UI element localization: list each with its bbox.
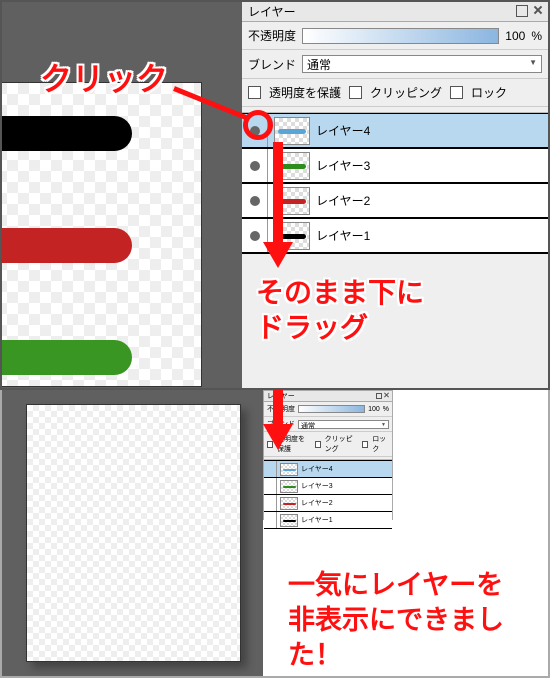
opacity-value: 100 xyxy=(368,406,380,413)
opacity-slider[interactable] xyxy=(302,28,499,44)
layers-panel-header[interactable]: レイヤー xyxy=(264,391,392,402)
clipping-checkbox[interactable] xyxy=(349,86,362,99)
layer-visibility-toggle[interactable] xyxy=(264,512,277,528)
blend-value: 通常 xyxy=(307,58,331,72)
opacity-row: 不透明度 100 % xyxy=(264,402,392,417)
layer-row[interactable]: レイヤー4 xyxy=(242,114,548,149)
annotation-arrow-1 xyxy=(270,142,280,272)
blend-mode-select[interactable]: 通常 xyxy=(302,55,542,73)
annotation-result: 一気にレイヤーを非表示にできました！ xyxy=(288,568,550,673)
opacity-unit: % xyxy=(383,406,389,413)
opacity-unit: % xyxy=(531,29,542,43)
lock-label: ロック xyxy=(471,84,507,101)
layers-panel-title: レイヤー xyxy=(248,3,296,20)
dock-icon[interactable] xyxy=(516,5,528,17)
thumbnail-stroke xyxy=(278,129,306,134)
clipping-checkbox[interactable] xyxy=(315,441,321,448)
thumbnail-stroke xyxy=(283,520,296,522)
annotation-pointer-line xyxy=(174,86,248,124)
annotation-click: クリック xyxy=(40,54,168,100)
clipping-label: クリッピング xyxy=(370,84,442,101)
thumbnail-stroke xyxy=(283,503,296,505)
layer-name-label: レイヤー2 xyxy=(316,192,370,209)
visibility-dot-icon xyxy=(250,196,260,206)
layer-row[interactable]: レイヤー3 xyxy=(242,149,548,184)
protect-alpha-checkbox[interactable] xyxy=(248,86,261,99)
layer-visibility-toggle[interactable] xyxy=(242,184,268,217)
dock-icon[interactable] xyxy=(376,393,382,399)
canvas-small[interactable] xyxy=(26,404,241,662)
layer-row[interactable]: レイヤー4 xyxy=(264,461,392,478)
visibility-dot-icon xyxy=(250,161,260,171)
layer-name-label: レイヤー4 xyxy=(301,464,333,474)
lock-label: ロック xyxy=(372,434,389,454)
opacity-label: 不透明度 xyxy=(248,27,296,44)
opacity-slider[interactable] xyxy=(298,405,365,413)
layer-thumbnail[interactable] xyxy=(280,514,298,527)
layer-row[interactable]: レイヤー1 xyxy=(264,512,392,529)
layer-name-label: レイヤー3 xyxy=(316,157,370,174)
layer-name-label: レイヤー1 xyxy=(316,227,370,244)
layer-visibility-toggle[interactable] xyxy=(242,149,268,182)
blend-value: 通常 xyxy=(301,423,315,430)
canvas-stroke-black xyxy=(0,116,132,151)
layers-list: レイヤー4 レイヤー3 レイヤー2 レイヤー1 xyxy=(264,460,392,529)
layer-name-label: レイヤー3 xyxy=(301,481,333,491)
thumbnail-stroke xyxy=(283,469,296,471)
layer-row[interactable]: レイヤー2 xyxy=(242,184,548,219)
canvas-stroke-red xyxy=(0,228,132,263)
layer-name-label: レイヤー4 xyxy=(316,122,370,139)
layer-thumbnail[interactable] xyxy=(280,480,298,493)
layers-list: レイヤー4 レイヤー3 レイヤー2 レイヤー1 xyxy=(242,113,548,254)
close-icon[interactable] xyxy=(384,392,390,398)
layer-visibility-toggle[interactable] xyxy=(264,461,277,477)
layer-thumbnail[interactable] xyxy=(280,463,298,476)
canvas-area-small xyxy=(2,390,264,676)
clipping-label: クリッピング xyxy=(325,434,359,454)
options-row: 透明度を保護 クリッピング ロック xyxy=(242,79,548,107)
opacity-value: 100 xyxy=(505,29,525,43)
layer-thumbnail[interactable] xyxy=(274,117,310,145)
visibility-dot-icon xyxy=(250,231,260,241)
layer-visibility-toggle[interactable] xyxy=(264,495,277,511)
thumbnail-stroke xyxy=(283,486,296,488)
annotation-arrow-2 xyxy=(270,390,280,450)
canvas-stroke-green xyxy=(0,340,132,375)
layer-thumbnail[interactable] xyxy=(280,497,298,510)
layer-row[interactable]: レイヤー2 xyxy=(264,495,392,512)
lock-checkbox[interactable] xyxy=(450,86,463,99)
layer-visibility-toggle[interactable] xyxy=(264,478,277,494)
layer-name-label: レイヤー1 xyxy=(301,515,333,525)
lock-checkbox[interactable] xyxy=(362,441,368,448)
opacity-row: 不透明度 100 % xyxy=(242,22,548,50)
close-icon[interactable] xyxy=(532,4,544,16)
annotation-drag: そのまま下にドラッグ xyxy=(256,275,424,345)
annotation-circle xyxy=(243,110,273,140)
layer-name-label: レイヤー2 xyxy=(301,498,333,508)
blend-row: ブレンド 通常 xyxy=(242,50,548,79)
layer-row[interactable]: レイヤー3 xyxy=(264,478,392,495)
layers-panel-header[interactable]: レイヤー xyxy=(242,2,548,22)
blend-mode-select[interactable]: 通常 xyxy=(298,420,389,429)
blend-label: ブレンド xyxy=(248,56,296,73)
protect-alpha-label: 透明度を保護 xyxy=(269,84,341,101)
